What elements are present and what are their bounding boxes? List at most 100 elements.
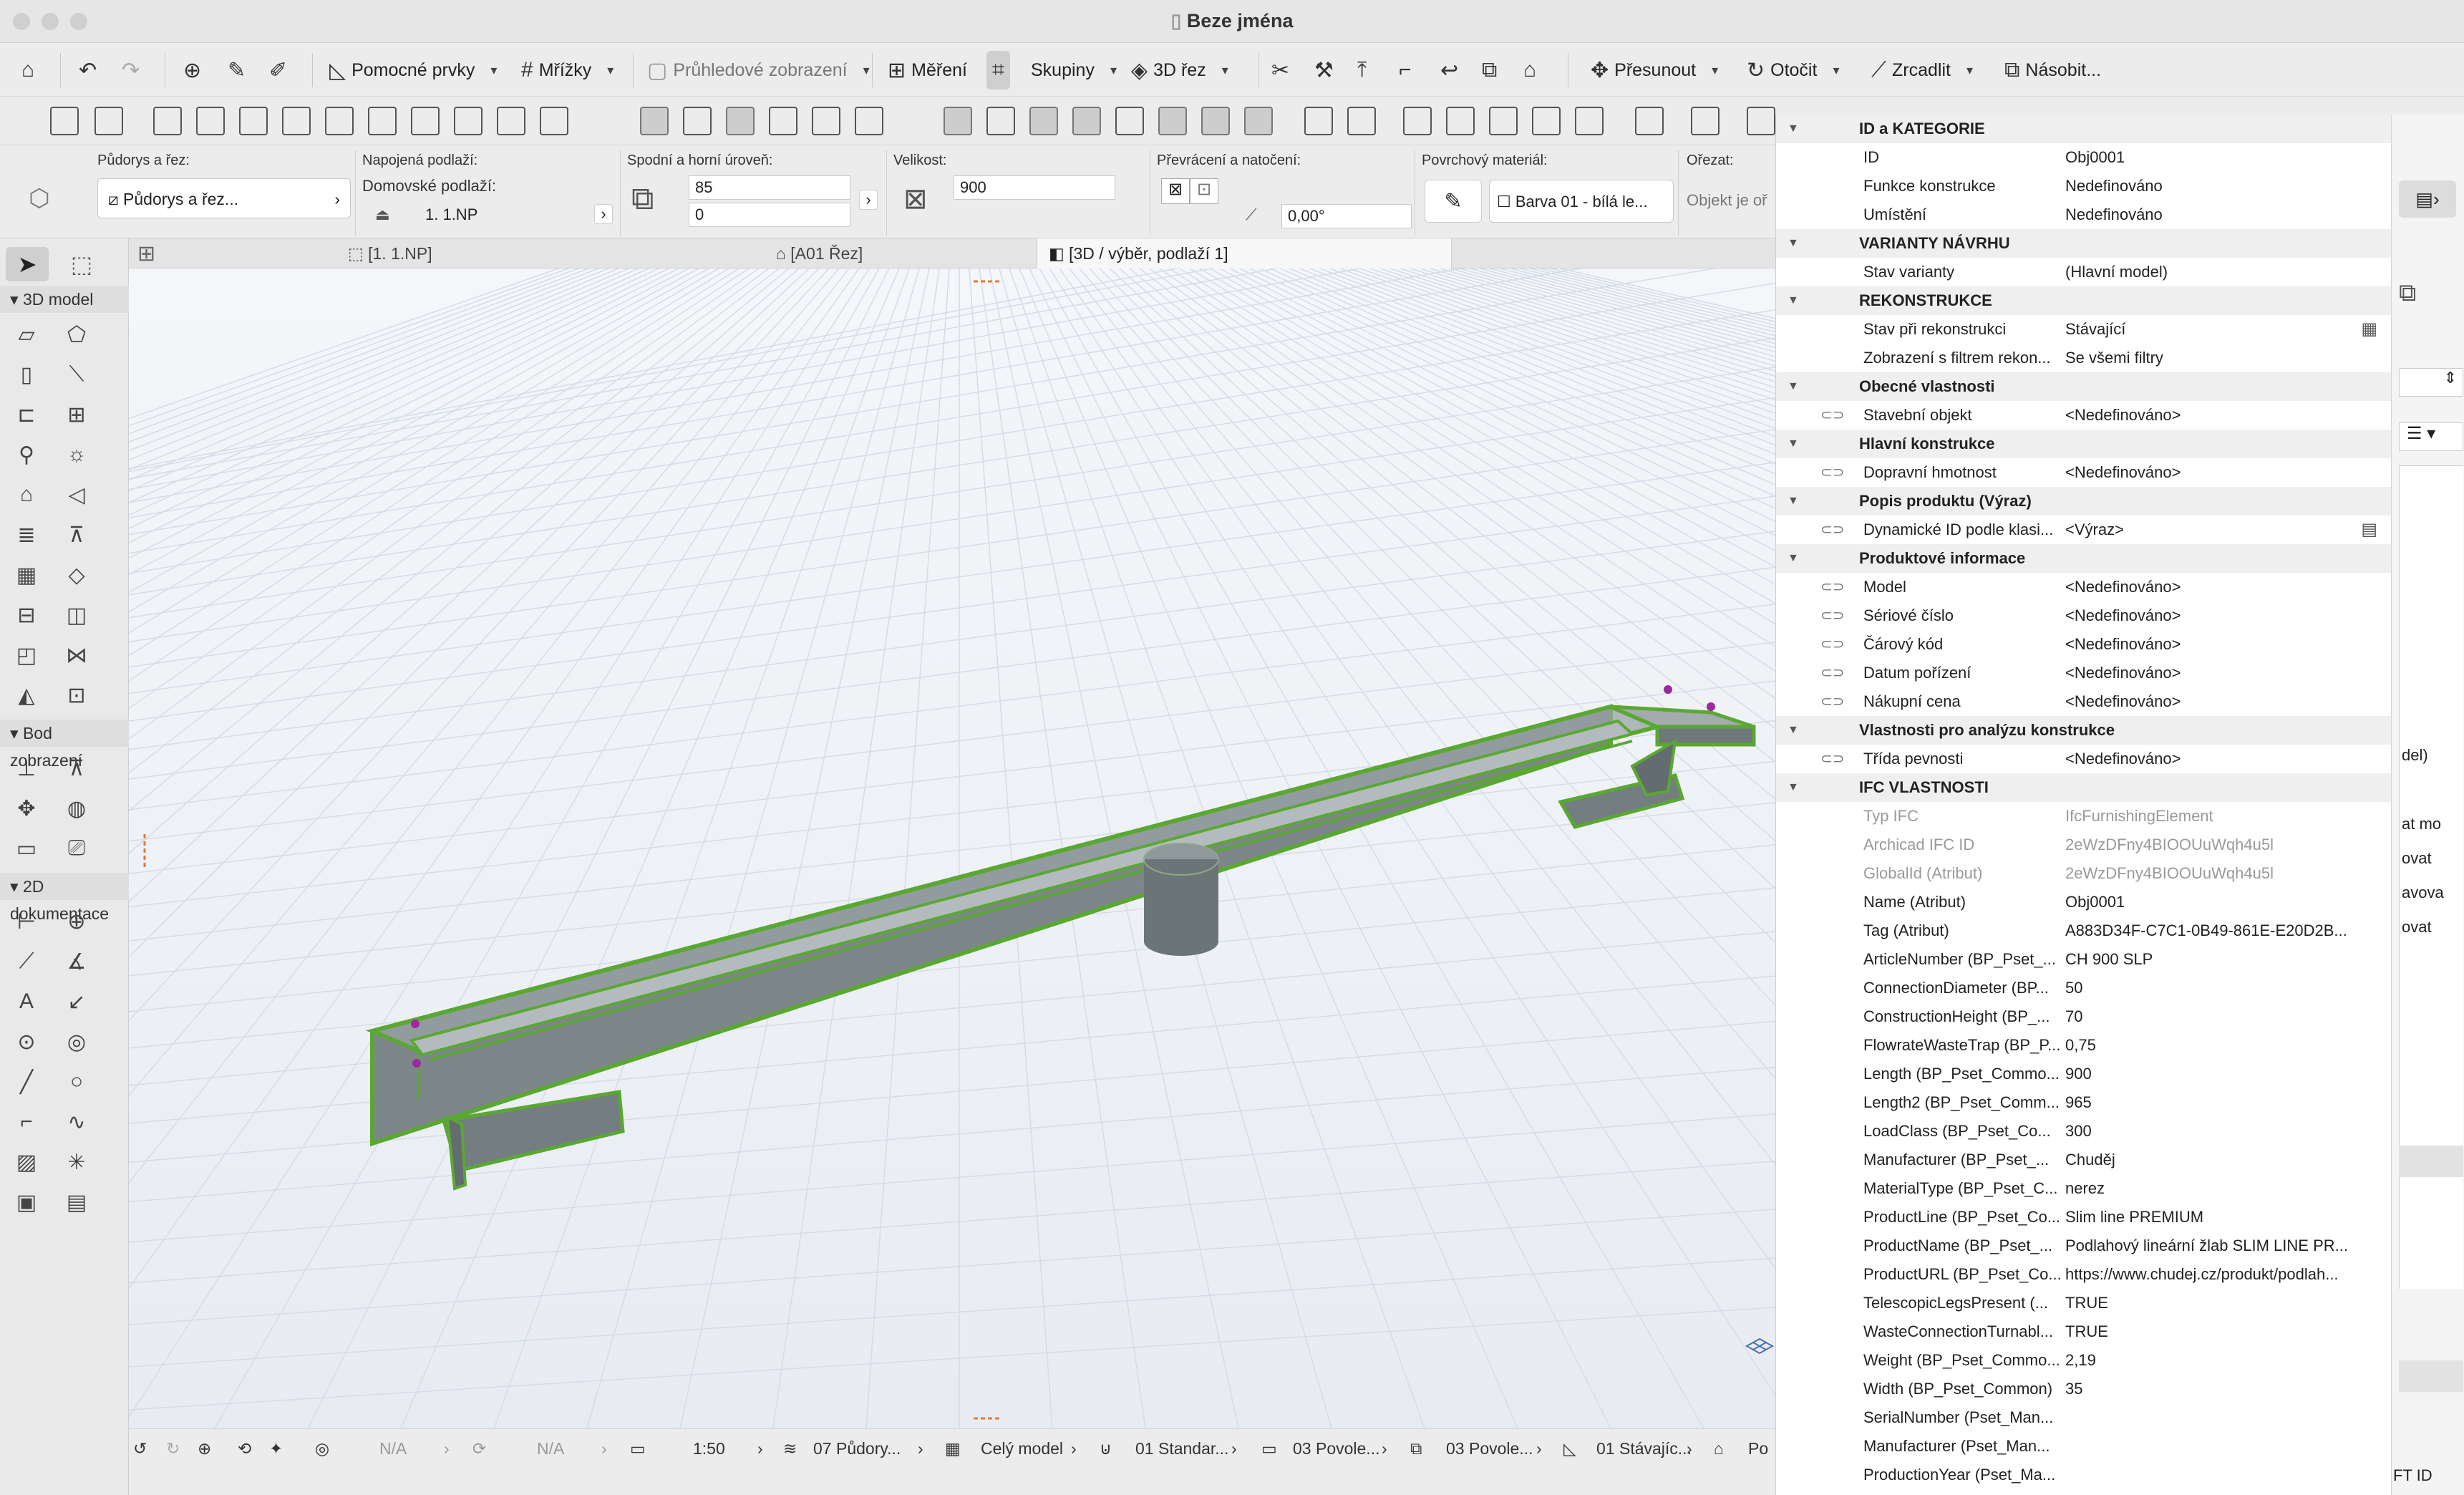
- morph-tool-icon[interactable]: ◇: [59, 559, 94, 591]
- stack-panel-icon[interactable]: ⧉: [2399, 279, 2416, 307]
- group-select-icon[interactable]: [1158, 107, 1187, 135]
- star-tool-icon[interactable]: ✳: [59, 1146, 94, 1178]
- angle-dimension-tool-icon[interactable]: ∡: [59, 946, 94, 977]
- property-row[interactable]: Zobrazení s filtrem rekon... Se všemi fil…: [1776, 344, 2391, 372]
- property-row[interactable]: ID Obj0001: [1776, 143, 2391, 172]
- triangle-down-icon[interactable]: ▼: [1788, 229, 1799, 258]
- property-row[interactable]: ⊂⊃ Dopravní hmotnost <Nedefinováno>: [1776, 458, 2391, 487]
- tab-floorplan[interactable]: ⬚ [1. 1.NP]: [336, 238, 737, 268]
- bottom-level-input[interactable]: 0: [689, 203, 850, 227]
- columns-icon[interactable]: [94, 107, 123, 135]
- property-value[interactable]: Nedefinováno: [2065, 172, 2366, 200]
- home-story-value[interactable]: 1. 1.NP: [425, 205, 477, 224]
- property-row[interactable]: MaterialType (BP_Pset_C... nerez: [1776, 1174, 2391, 1203]
- redo-view-icon[interactable]: ↻: [166, 1439, 180, 1458]
- angle-input[interactable]: 0,00°: [1281, 204, 1412, 228]
- pattern-icon[interactable]: [944, 107, 972, 135]
- property-value[interactable]: 70: [2065, 1002, 2366, 1031]
- bounds-icon[interactable]: [1403, 107, 1432, 135]
- override-value[interactable]: 03 Povole...: [1446, 1439, 1533, 1458]
- chevron-right-icon[interactable]: ›: [918, 1439, 923, 1458]
- property-row[interactable]: FlowrateWasteTrap (BP_P... 0,75: [1776, 1031, 2391, 1060]
- triangle-down-icon[interactable]: ▼: [1788, 544, 1799, 573]
- camera-tool-icon[interactable]: ⎚: [59, 833, 94, 864]
- layers-icon[interactable]: [196, 107, 225, 135]
- property-row[interactable]: Width (BP_Pset_Common) 35: [1776, 1375, 2391, 1403]
- property-row[interactable]: ConnectionDiameter (BP... 50: [1776, 974, 2391, 1002]
- property-value[interactable]: <Nedefinováno>: [2065, 601, 2366, 630]
- move-menu[interactable]: ✥ Přesunout ▾: [1591, 56, 1718, 84]
- renovation-brick-icon[interactable]: ▦: [2361, 315, 2377, 344]
- triangle-down-icon[interactable]: ▼: [1788, 430, 1799, 458]
- detail-tool-icon[interactable]: ▭: [9, 833, 44, 864]
- worksheet-tool-icon[interactable]: ◍: [59, 793, 94, 824]
- property-row[interactable]: ⊂⊃ Sériové číslo <Nedefinováno>: [1776, 601, 2391, 630]
- property-value[interactable]: A883D34F-C7C1-0B49-861E-E20D2B...: [2065, 916, 2366, 945]
- orbit-icon[interactable]: ↺: [133, 1439, 147, 1458]
- property-value[interactable]: Chuděj: [2065, 1146, 2366, 1174]
- wall-tool-icon[interactable]: ▱: [9, 319, 44, 350]
- object-settings-icon[interactable]: ⬡: [29, 184, 50, 213]
- 3d-viewport[interactable]: [129, 268, 1775, 1428]
- adjust-icon[interactable]: ⚒: [1314, 56, 1334, 84]
- label-tool-icon[interactable]: ↙: [59, 986, 94, 1017]
- shade-icon[interactable]: [1029, 107, 1058, 135]
- opening-tool-icon[interactable]: ◫: [59, 599, 94, 631]
- pattern2-icon[interactable]: [1446, 107, 1475, 135]
- diamond-icon[interactable]: [1115, 107, 1144, 135]
- transparent-view-toggle[interactable]: ▢ Průhledové zobrazení ▾: [647, 56, 870, 84]
- property-value[interactable]: Obj0001: [2065, 143, 2366, 172]
- model-view-value[interactable]: Celý model: [981, 1439, 1063, 1458]
- panel-dropdown[interactable]: ⇕: [2399, 368, 2463, 397]
- walk-icon[interactable]: ✦: [269, 1439, 283, 1458]
- property-row[interactable]: Length2 (BP_Pset_Comm... 965: [1776, 1088, 2391, 1117]
- property-row[interactable]: Tag (Atribut) A883D34F-C7C1-0B49-861E-E20…: [1776, 916, 2391, 945]
- image-icon[interactable]: [1532, 107, 1561, 135]
- shell-tool-icon[interactable]: ◁: [59, 479, 94, 511]
- rotate-menu[interactable]: ↻ Otočit ▾: [1747, 56, 1839, 84]
- beam-tool-icon[interactable]: ⟍: [59, 359, 94, 390]
- chevron-right-icon[interactable]: ›: [1071, 1439, 1077, 1458]
- triangle-down-icon[interactable]: ▼: [1788, 372, 1799, 401]
- box-icon[interactable]: [325, 107, 354, 135]
- property-row[interactable]: Name (Atribut) Obj0001: [1776, 888, 2391, 916]
- elevate-icon[interactable]: ⤒: [1357, 56, 1367, 84]
- lamp-tool-icon[interactable]: ☼: [59, 439, 94, 470]
- fillet-icon[interactable]: ↩: [1440, 56, 1458, 84]
- groups-toggle[interactable]: ⌗: [986, 51, 1010, 89]
- fill-tool-icon[interactable]: ◎: [59, 1026, 94, 1058]
- redo-icon[interactable]: ↷: [122, 56, 140, 84]
- zoom-fit-icon[interactable]: ◎: [315, 1439, 329, 1458]
- distribute-icon[interactable]: [1347, 107, 1376, 135]
- hotspot-tool-icon[interactable]: ▨: [9, 1146, 44, 1178]
- rotate-view-icon[interactable]: ⟳: [472, 1439, 486, 1458]
- property-row[interactable]: ProductLine (BP_Pset_Co... Slim line PREM…: [1776, 1203, 2391, 1232]
- radial-dimension-tool-icon[interactable]: ⟋: [9, 946, 44, 977]
- circle-tool-icon[interactable]: ○: [59, 1066, 94, 1098]
- mirror-toggle-icon[interactable]: ⊠: [1161, 178, 1190, 204]
- chevron-right-icon[interactable]: ›: [757, 1439, 763, 1458]
- link-icon[interactable]: [540, 107, 568, 135]
- property-row[interactable]: ⊂⊃ Dynamické ID podle klasi... <Výraz> ▤: [1776, 516, 2391, 544]
- top-level-input[interactable]: 85: [689, 175, 850, 200]
- triangle-down-icon[interactable]: ▼: [1788, 716, 1799, 745]
- property-value[interactable]: nerez: [2065, 1174, 2366, 1203]
- chevron-right-icon[interactable]: ›: [444, 1439, 450, 1458]
- resize-icon[interactable]: ⧉: [1482, 56, 1497, 84]
- property-row[interactable]: WasteConnectionTurnabl... TRUE: [1776, 1317, 2391, 1346]
- slab-tool-icon[interactable]: ⬠: [59, 319, 94, 350]
- property-value[interactable]: 965: [2065, 1088, 2366, 1117]
- property-row[interactable]: ⊂⊃ Čárový kód <Nedefinováno>: [1776, 630, 2391, 659]
- trapezoid-icon[interactable]: [726, 107, 755, 135]
- curtain-wall-tool-icon[interactable]: ▦: [9, 559, 44, 591]
- property-value[interactable]: 2,19: [2065, 1346, 2366, 1375]
- property-row[interactable]: ⊂⊃ Stavební objekt <Nedefinováno>: [1776, 401, 2391, 430]
- zone-tool-icon[interactable]: ⊟: [9, 599, 44, 631]
- eyedropper-icon[interactable]: ✐: [269, 56, 287, 84]
- measure-button[interactable]: ⊞ Měření: [888, 56, 967, 84]
- property-row[interactable]: Funkce konstrukce Nedefinováno: [1776, 172, 2391, 200]
- property-value[interactable]: <Nedefinováno>: [2065, 458, 2366, 487]
- marquee-tool-icon[interactable]: ⬚: [60, 247, 103, 281]
- property-row[interactable]: Weight (BP_Pset_Commo... 2,19: [1776, 1346, 2391, 1375]
- property-value[interactable]: <Nedefinováno>: [2065, 401, 2366, 430]
